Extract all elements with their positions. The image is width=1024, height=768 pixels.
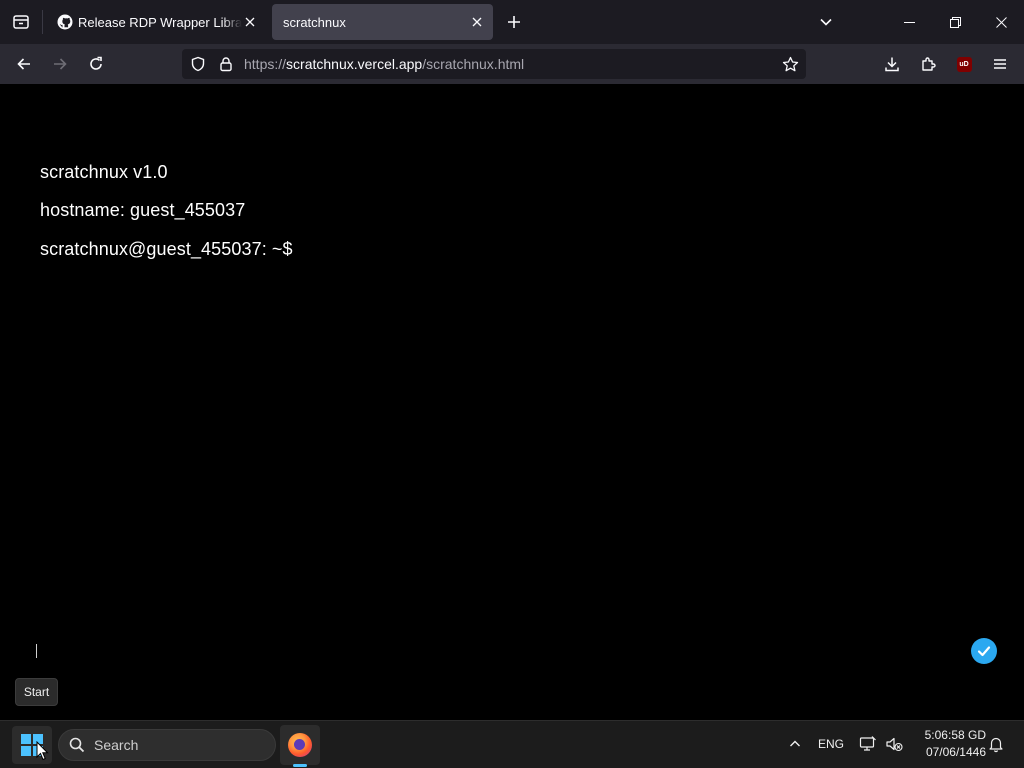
download-icon — [885, 57, 899, 72]
url-host: scratchnux.vercel.app — [286, 56, 423, 72]
taskbar-firefox[interactable] — [280, 725, 320, 765]
github-icon — [57, 14, 73, 30]
tab-strip: Release RDP Wrapper Library v1 scratchnu… — [0, 0, 1024, 44]
arrow-right-icon — [54, 58, 67, 70]
restore-icon — [949, 16, 961, 28]
close-icon — [995, 16, 1007, 28]
firefox-view-button[interactable] — [0, 0, 42, 44]
back-button[interactable] — [10, 50, 38, 78]
close-tab-icon[interactable] — [242, 14, 258, 30]
url-scheme: https:// — [244, 56, 287, 72]
downloads-button[interactable] — [878, 50, 906, 78]
chevron-up-icon — [790, 740, 800, 747]
new-tab-button[interactable] — [502, 10, 526, 34]
system-clock[interactable]: 5:06:58 GD 07/06/1446 — [914, 727, 986, 761]
text-caret — [36, 644, 37, 658]
reload-button[interactable] — [82, 50, 110, 78]
firefox-icon — [288, 733, 312, 757]
clock-date: 07/06/1446 — [925, 745, 986, 759]
close-tab-icon[interactable] — [469, 14, 485, 30]
ublock-button[interactable]: uD — [950, 50, 978, 78]
ublock-icon: uD — [956, 56, 972, 72]
start-tooltip: Start — [15, 678, 58, 706]
running-indicator — [293, 764, 307, 767]
app-menu-button[interactable] — [986, 50, 1014, 78]
search-label: Search — [94, 737, 139, 753]
list-all-tabs-button[interactable] — [814, 10, 838, 34]
forward-button[interactable] — [46, 50, 74, 78]
tab-title: scratchnux — [283, 14, 346, 30]
terminal-line-hostname: hostname: guest_455037 — [40, 200, 246, 220]
taskbar-search[interactable]: Search — [58, 729, 276, 761]
volume-muted-icon[interactable] — [885, 735, 903, 758]
terminal-prompt[interactable]: scratchnux@guest_455037: ~$ — [40, 239, 293, 260]
language-indicator[interactable]: ENG — [818, 737, 844, 751]
restore-button[interactable] — [932, 0, 978, 44]
page-content[interactable]: scratchnux v1.0 hostname: guest_455037 s… — [0, 84, 1024, 720]
tab-scratchnux[interactable]: scratchnux — [272, 4, 493, 40]
mouse-pointer-icon — [36, 741, 49, 761]
minimize-icon — [903, 21, 915, 23]
search-icon — [69, 737, 85, 753]
chevron-down-icon — [820, 18, 832, 26]
tab-title: Release RDP Wrapper Library v1 — [78, 14, 242, 30]
check-badge-icon[interactable] — [971, 638, 997, 664]
close-window-button[interactable] — [978, 0, 1024, 44]
clock-time: 5:06:58 GD — [924, 728, 986, 742]
arrow-left-icon — [17, 58, 30, 70]
taskbar: Search ENG 5:06:58 GD 07/06/1446 — [0, 720, 1024, 768]
extensions-icon — [922, 57, 936, 71]
network-icon[interactable] — [859, 735, 877, 758]
menu-icon — [994, 59, 1006, 69]
minimize-button[interactable] — [886, 0, 932, 44]
firefox-view-icon — [13, 15, 29, 29]
extensions-button[interactable] — [914, 50, 942, 78]
navigation-toolbar: https://scratchnux.vercel.app/scratchnux… — [0, 44, 1024, 84]
tab-divider — [42, 10, 43, 34]
plus-icon — [508, 16, 520, 28]
tab-release-rdp-wrapper[interactable]: Release RDP Wrapper Library v1 — [48, 4, 266, 40]
url-path: /scratchnux.html — [422, 56, 525, 72]
address-bar[interactable]: https://scratchnux.vercel.app/scratchnux… — [182, 49, 806, 79]
lock-icon[interactable] — [218, 56, 234, 77]
url-text[interactable]: https://scratchnux.vercel.app/scratchnux… — [244, 56, 524, 72]
shield-icon[interactable] — [190, 56, 206, 77]
bookmark-star-icon[interactable] — [780, 54, 800, 74]
notification-bell-icon[interactable] — [987, 735, 1005, 758]
show-hidden-icons-button[interactable] — [784, 733, 806, 755]
terminal-line-version: scratchnux v1.0 — [40, 162, 168, 182]
reload-icon — [90, 56, 102, 70]
